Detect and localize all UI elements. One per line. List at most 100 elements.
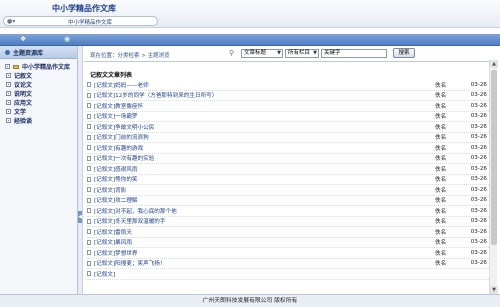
address-bar[interactable]: ●▾ 中小学精品作文库 xyxy=(3,16,158,26)
breadcrumb-link-browse[interactable]: 主题浏览 xyxy=(148,53,170,59)
list-item[interactable]: [记叙文]感谢风雨 佚名 03-26 xyxy=(87,164,489,175)
article-author: 佚名 xyxy=(435,156,447,163)
article-title[interactable]: [记叙文]对不起，我心底的那个他 xyxy=(94,207,435,215)
tree-item-label: 说明文 xyxy=(14,91,33,98)
share-icon[interactable]: ◉ xyxy=(64,35,70,43)
article-title[interactable]: [记叙文]冬天里那双温暖的手 xyxy=(94,217,435,225)
tree-item-yingyongwen[interactable]: 应用文 xyxy=(2,98,75,107)
tree-item-shuomingwen[interactable]: 说明文 xyxy=(2,89,75,98)
article-list: [记叙文]妈妈——老师 佚名 03-26 [记叙文]12岁的同学（方爸那特到来的生日所… xyxy=(87,80,489,280)
expand-icon[interactable] xyxy=(6,82,11,87)
expand-icon[interactable] xyxy=(6,91,11,96)
collapse-sidebar-icon[interactable]: ◀ xyxy=(78,211,82,223)
document-icon xyxy=(87,166,91,172)
article-title[interactable]: [记叙文]有趣的游戏 xyxy=(94,144,435,152)
article-title[interactable]: [记叙文]12岁的同学（方爸那特到来的生日所写） xyxy=(94,91,435,99)
article-title[interactable]: [记叙文]等你的笑 xyxy=(94,175,435,183)
collapse-icon[interactable] xyxy=(5,64,10,69)
tree-item-jingyantan[interactable]: 经验谈 xyxy=(2,116,75,125)
article-title[interactable]: [记叙文]妈妈——老师 xyxy=(94,81,435,89)
sidebar-header[interactable]: 主题资源库 xyxy=(0,46,77,59)
app-title: 中小学精品作文库 xyxy=(52,4,116,13)
list-item[interactable]: [记叙文]攻二理解 佚名 03-26 xyxy=(87,196,489,206)
list-item[interactable]: [记叙文]12岁的同学（方爸那特到来的生日所写） 佚名 03-26 xyxy=(87,91,489,101)
list-item[interactable]: [记叙文]教室像座怀 佚名 03-26 xyxy=(87,101,489,112)
article-author: 佚名 xyxy=(435,240,447,247)
list-item[interactable]: [记叙文]一场霸罗 佚名 03-26 xyxy=(87,112,489,122)
list-item[interactable]: [记叙文]梦想世界 佚名 03-26 xyxy=(87,248,489,259)
tree-item-yilunwen[interactable]: 议论文 xyxy=(2,80,75,89)
list-item[interactable]: [记叙文]等你的笑 佚名 03-26 xyxy=(87,175,489,185)
search-icon: ⚲ xyxy=(229,49,235,57)
article-title[interactable]: [记叙文]一次有趣的实验 xyxy=(94,154,435,162)
tree-root-label: 中小学精品作文库 xyxy=(22,64,71,71)
list-item[interactable]: [记叙文]对不起，我心底的那个他 佚名 03-26 xyxy=(87,206,489,217)
tree-item-wenxue[interactable]: 文学 xyxy=(2,107,75,116)
article-title[interactable]: [记叙文]感谢风雨 xyxy=(94,165,435,173)
expand-icon[interactable] xyxy=(6,100,11,105)
article-date: 03-26 xyxy=(470,228,487,235)
article-author: 佚名 xyxy=(435,103,447,110)
list-item[interactable]: [记叙文]阳搜麦；笑声飞扬！ 佚名 03-26 xyxy=(87,259,489,269)
list-item[interactable]: [记叙文]妈妈——老师 佚名 03-26 xyxy=(87,80,489,91)
article-author: 佚名 xyxy=(435,219,447,226)
chevron-down-icon: ▼ xyxy=(313,50,317,56)
list-item[interactable]: [记叙文]有趣的游戏 佚名 03-26 xyxy=(87,143,489,154)
article-title[interactable]: [记叙文]雷雨天 xyxy=(94,228,435,236)
tree-root[interactable]: 中小学精品作文库 xyxy=(2,62,75,71)
vertical-scrollbar[interactable]: ▲ ▼ xyxy=(489,60,498,294)
article-author: 佚名 xyxy=(435,177,447,184)
article-title[interactable]: [记叙文]背影 xyxy=(94,186,435,194)
document-icon xyxy=(87,229,91,235)
article-title[interactable]: [记叙文]梦想世界 xyxy=(94,249,435,257)
document-icon xyxy=(87,176,91,182)
tree-item-jixuwen[interactable]: 记叙文 xyxy=(2,71,75,80)
panel-splitter[interactable]: ◀ xyxy=(78,46,83,305)
article-title[interactable]: [记叙文]一场霸罗 xyxy=(94,112,435,120)
expand-icon[interactable] xyxy=(6,118,11,123)
tree-item-label: 经验谈 xyxy=(14,118,33,125)
breadcrumb-prefix: 现在位置： xyxy=(90,53,118,59)
keyword-input[interactable]: 关键字 xyxy=(321,49,387,58)
article-date: 03-26 xyxy=(470,197,487,204)
tree-item-label: 文学 xyxy=(14,109,27,116)
article-date: 03-26 xyxy=(470,239,487,246)
article-title[interactable]: [记叙文]门前的流浪狗 xyxy=(94,133,435,141)
document-icon xyxy=(87,239,91,245)
document-icon xyxy=(87,187,91,193)
scroll-thumb[interactable] xyxy=(491,70,497,245)
article-title[interactable]: [记叙文]攻二理解 xyxy=(94,196,435,204)
search-button[interactable]: 搜索 xyxy=(393,48,415,58)
expand-icon[interactable] xyxy=(6,73,11,78)
list-item[interactable]: [记叙文]雷雨天 佚名 03-26 xyxy=(87,227,489,238)
document-icon xyxy=(87,155,91,161)
list-item[interactable]: [记叙文]冬天里那双温暖的手 佚名 03-26 xyxy=(87,217,489,227)
expand-icon[interactable] xyxy=(6,109,11,114)
list-item[interactable]: [记叙文]背影 佚名 03-26 xyxy=(87,185,489,196)
article-date: 03-26 xyxy=(470,165,487,172)
article-author: 佚名 xyxy=(435,187,447,194)
document-icon xyxy=(87,208,91,214)
scroll-up-icon[interactable]: ▲ xyxy=(490,60,498,68)
search-tool-icon[interactable]: ❖ xyxy=(20,35,26,43)
column-select[interactable]: 所有栏目 ▼ xyxy=(285,49,319,58)
sidebar-header-label: 主题资源库 xyxy=(13,49,44,57)
article-title[interactable]: [记叙文]教室像座怀 xyxy=(94,102,435,110)
list-item[interactable]: [记叙文]暴风雨 佚名 03-26 xyxy=(87,238,489,248)
sidebar: 主题资源库 中小学精品作文库 记叙文 议论文 说明文 应用文 文学 经验谈 xyxy=(0,46,78,305)
article-title[interactable]: [记叙文]争敢文明小公民 xyxy=(94,123,435,131)
field-select[interactable]: 文章标题 ▼ xyxy=(241,49,283,58)
list-item[interactable]: [记叙文] xyxy=(87,269,489,280)
column-select-value: 所有栏目 xyxy=(288,50,311,56)
scroll-down-icon[interactable]: ▼ xyxy=(490,286,498,294)
article-date: 03-26 xyxy=(470,260,487,267)
article-title[interactable]: [记叙文]阳搜麦；笑声飞扬！ xyxy=(94,259,435,267)
article-date: 03-26 xyxy=(470,176,487,183)
breadcrumb-link-search[interactable]: 分类检索 xyxy=(118,53,140,59)
article-title[interactable]: [记叙文]暴风雨 xyxy=(94,238,435,246)
article-title[interactable]: [记叙文] xyxy=(94,270,435,278)
list-item[interactable]: [记叙文]一次有趣的实验 佚名 03-26 xyxy=(87,154,489,164)
list-item[interactable]: [记叙文]争敢文明小公民 佚名 03-26 xyxy=(87,122,489,133)
article-author: 佚名 xyxy=(435,229,447,236)
list-item[interactable]: [记叙文]门前的流浪狗 佚名 03-26 xyxy=(87,133,489,143)
